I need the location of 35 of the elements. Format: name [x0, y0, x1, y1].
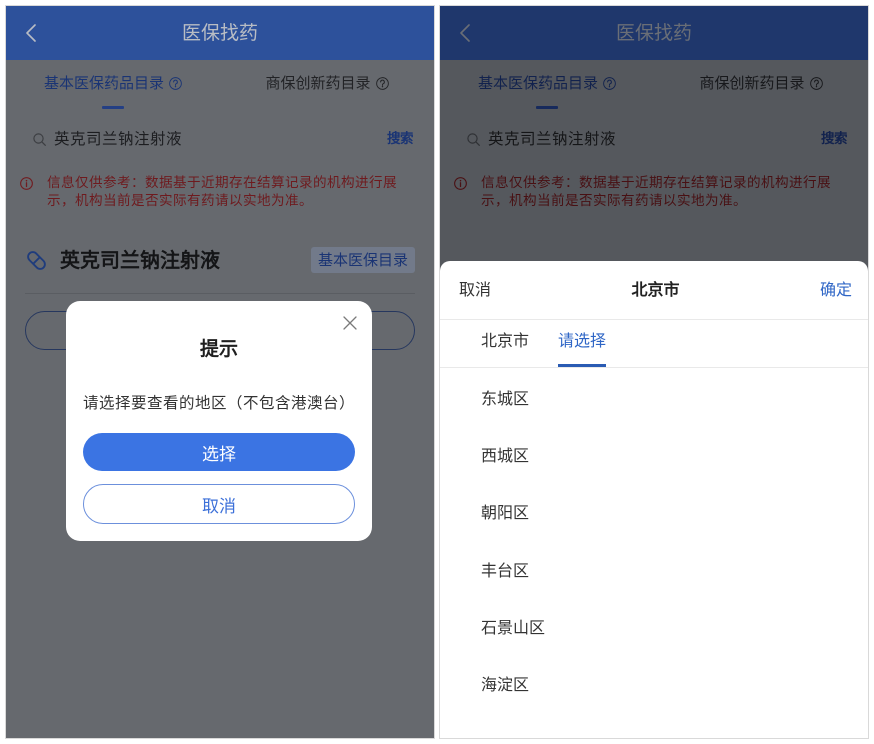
dialog-title: 提示: [200, 337, 238, 362]
dialog-message: 请选择要查看的地区（不包含港澳台）: [83, 393, 355, 414]
app-title: 医保找药: [616, 21, 692, 46]
list-item[interactable]: 石景山区: [440, 597, 868, 654]
help-icon: [169, 76, 182, 90]
confirm-button[interactable]: 确定: [820, 279, 852, 301]
primary-button[interactable]: 选择: [83, 433, 355, 471]
drug-name: 英克司兰钠注射液: [60, 247, 220, 274]
notice-text: 信息仅供参考：数据基于近期存在结算记录的机构进行展示，机构当前是否实际有药请以实地为准。: [47, 174, 398, 210]
catalog-tag: 基本医保目录: [311, 247, 415, 273]
tab[interactable]: 请选择: [558, 320, 606, 367]
list-item[interactable]: 朝阳区: [440, 482, 868, 540]
help-icon: [603, 76, 616, 90]
list-item[interactable]: 丰台区: [440, 540, 868, 598]
search-icon: [467, 132, 480, 146]
pill-icon: [25, 248, 48, 272]
tab[interactable]: 商保创新药目录: [220, 60, 434, 109]
close-icon[interactable]: [343, 316, 357, 330]
cancel-button[interactable]: 取消: [459, 279, 491, 301]
back-icon[interactable]: [460, 24, 470, 42]
search-field[interactable]: 英克司兰钠注射液: [33, 129, 387, 149]
list-item[interactable]: 西城区: [440, 425, 868, 483]
help-icon: [376, 76, 388, 90]
list-item[interactable]: 东城区: [440, 368, 868, 426]
app-title: 医保找药: [182, 21, 258, 46]
sheet-title: 北京市: [632, 279, 680, 301]
info-icon: [454, 176, 467, 190]
secondary-button[interactable]: 取消: [83, 484, 355, 524]
back-icon[interactable]: [26, 24, 36, 42]
tab[interactable]: 北京市: [481, 320, 529, 367]
help-icon: [810, 76, 822, 90]
list-item[interactable]: 海淀区: [440, 654, 868, 712]
search-icon: [33, 132, 46, 146]
info-icon: [20, 176, 33, 190]
notice-text: 信息仅供参考：数据基于近期存在结算记录的机构进行展示，机构当前是否实际有药请以实地为准。: [481, 174, 832, 210]
